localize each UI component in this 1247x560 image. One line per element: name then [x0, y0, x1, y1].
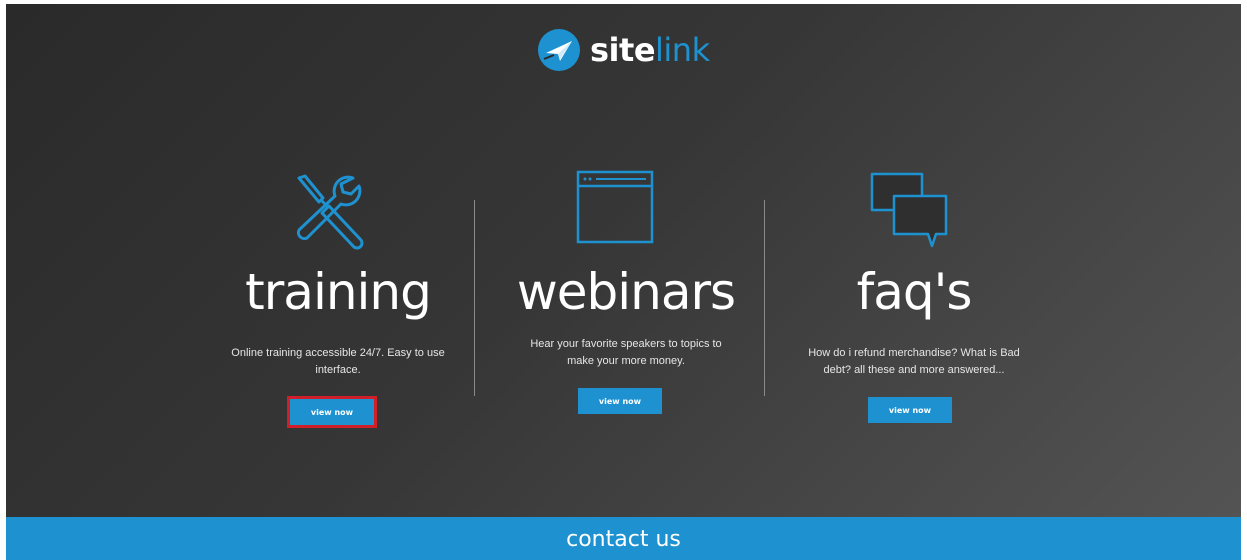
faqs-view-now-button[interactable]: view now — [868, 397, 952, 423]
logo-text-bold: site — [590, 31, 656, 69]
divider-2 — [764, 200, 765, 396]
browser-window-icon — [576, 170, 654, 244]
faqs-title: faq's — [856, 263, 973, 321]
sitelink-logo[interactable]: sitelink — [538, 28, 710, 72]
webinars-title: webinars — [516, 263, 736, 321]
tools-icon — [296, 174, 364, 250]
training-title: training — [245, 263, 432, 321]
page-container: sitelink training Online training access… — [6, 4, 1241, 560]
training-view-now-button[interactable]: view now — [287, 396, 377, 428]
divider-1 — [474, 200, 475, 396]
logo-wordmark: sitelink — [590, 34, 710, 66]
training-description: Online training accessible 24/7. Easy to… — [231, 347, 445, 376]
contact-us-label: contact us — [566, 526, 681, 552]
chat-bubbles-icon — [870, 172, 948, 248]
contact-us-bar[interactable]: contact us — [6, 517, 1241, 560]
logo-text-light: link — [655, 31, 710, 69]
webinars-view-now-button[interactable]: view now — [578, 388, 662, 414]
faqs-description: How do i refund merchandise? What is Bad… — [808, 347, 1020, 376]
webinars-description: Hear your favorite speakers to topics to… — [530, 338, 722, 367]
paper-plane-logo-icon — [538, 29, 580, 71]
